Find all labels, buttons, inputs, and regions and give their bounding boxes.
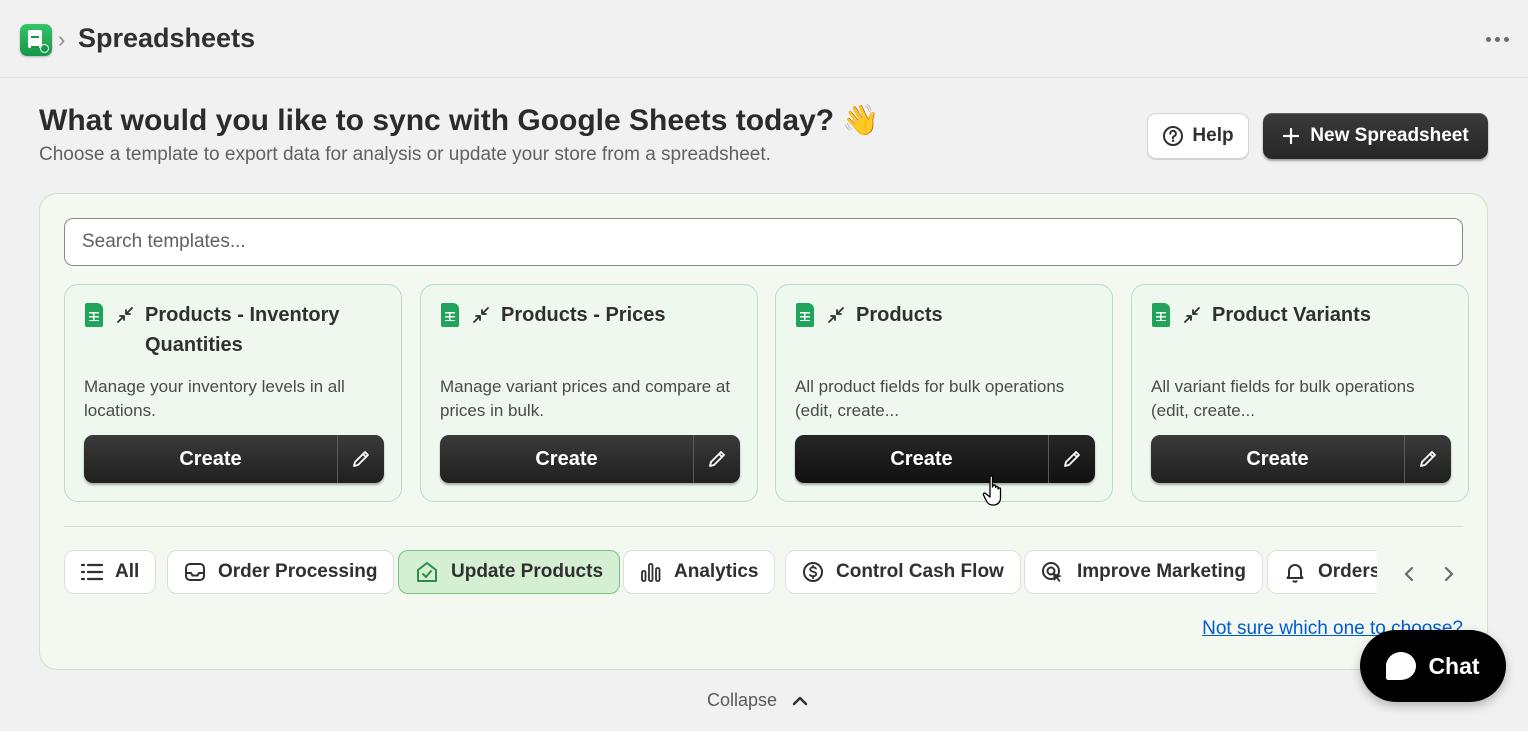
inbox-icon [185,563,205,581]
template-card-inventory-quantities: Products - Inventory Quantities Manage y… [64,284,402,502]
chevron-left-icon [1404,566,1414,582]
chevron-right-icon [1444,566,1454,582]
sheets-file-icon [85,303,103,327]
divider [64,526,1463,527]
target-cursor-icon [1042,562,1062,582]
edit-button[interactable] [694,435,740,483]
category-chip-label: Order Processing [218,561,378,582]
chat-label: Chat [1428,652,1480,679]
category-chip-label: Improve Marketing [1077,561,1246,582]
templates-panel: Products - Inventory Quantities Manage y… [39,193,1488,670]
bar-chart-icon [641,563,661,582]
card-title: Products [856,304,943,326]
edit-button[interactable] [1049,435,1095,483]
sheets-file-icon [1152,303,1170,327]
tag-check-icon [417,562,437,582]
category-chip-update-products[interactable]: Update Products [398,550,621,594]
card-title: Products - Prices [501,304,666,326]
template-card-products: Products All product fields for bulk ope… [775,284,1113,502]
card-title: Product Variants [1212,304,1371,326]
create-button[interactable]: Create [1151,435,1405,483]
card-actions: Create [440,435,740,483]
page-title: Spreadsheets [78,23,256,53]
category-chip-order-processing[interactable]: Order Processing [167,550,395,594]
edit-button[interactable] [338,435,384,483]
category-chip-analytics[interactable]: Analytics [623,550,776,594]
category-chip-label: All [115,561,140,582]
category-chip-label: Analytics [674,561,759,582]
chat-bubble-icon [1386,652,1417,680]
template-card-prices: Products - Prices Manage variant prices … [420,284,758,502]
breadcrumb-chevron-icon: › [58,27,66,52]
chevron-up-icon [792,696,808,705]
search-input[interactable] [64,218,1463,266]
collapse-toggle[interactable]: Collapse [707,690,809,711]
google-sheets-app-icon[interactable] [20,24,52,56]
card-actions: Create [1151,435,1451,483]
category-chip-control-cash-flow[interactable]: Control Cash Flow [785,550,1021,594]
edit-button[interactable] [1405,435,1451,483]
category-filter-bar: All Order Processing Update Products Ana… [64,550,1377,596]
card-description: Manage your inventory levels in all loca… [84,377,345,420]
subheadline: Choose a template to export data for ana… [39,144,771,165]
category-chip-orders[interactable]: Orders [1267,550,1377,594]
more-horizontal-icon[interactable] [1486,30,1514,48]
card-description: All variant fields for bulk operations (… [1151,377,1415,420]
create-button[interactable]: Create [84,435,338,483]
question-circle-icon [1163,126,1184,146]
headline: What would you like to sync with Google … [39,104,880,137]
sync-arrows-icon [826,303,846,327]
plus-icon [1283,127,1300,145]
pencil-icon [1064,451,1080,467]
pencil-icon [1420,451,1436,467]
pencil-icon [353,451,369,467]
category-chip-improve-marketing[interactable]: Improve Marketing [1024,550,1263,594]
chat-button[interactable]: Chat [1360,630,1506,702]
sheets-file-icon [441,303,459,327]
scroll-left-button[interactable] [1397,562,1421,586]
new-spreadsheet-label: New Spreadsheet [1310,125,1469,146]
dollar-circle-icon [803,562,823,582]
collapse-label: Collapse [707,690,778,710]
bell-icon [1286,564,1304,583]
card-title: Products - Inventory Quantities [145,304,340,356]
card-description: All product fields for bulk operations (… [795,377,1065,420]
scroll-right-button[interactable] [1437,562,1461,586]
list-icon [81,563,103,581]
create-button[interactable]: Create [795,435,1049,483]
card-description: Manage variant prices and compare at pri… [440,377,731,420]
pencil-icon [709,451,725,467]
card-actions: Create [795,435,1095,483]
create-button[interactable]: Create [440,435,694,483]
sheets-file-icon [796,303,814,327]
help-button-label: Help [1192,125,1234,146]
top-bar: › Spreadsheets [0,0,1528,78]
category-chip-label: Control Cash Flow [836,561,1004,582]
new-spreadsheet-button[interactable]: New Spreadsheet [1263,113,1488,159]
category-chip-label: Update Products [451,561,604,582]
template-card-product-variants: Product Variants All variant fields for … [1131,284,1469,502]
sync-arrows-icon [471,303,491,327]
help-button[interactable]: Help [1147,113,1249,159]
sync-arrows-icon [115,303,135,327]
category-chip-all[interactable]: All [64,550,157,594]
card-actions: Create [84,435,384,483]
category-chip-label: Orders [1318,561,1377,582]
sync-arrows-icon [1182,303,1202,327]
